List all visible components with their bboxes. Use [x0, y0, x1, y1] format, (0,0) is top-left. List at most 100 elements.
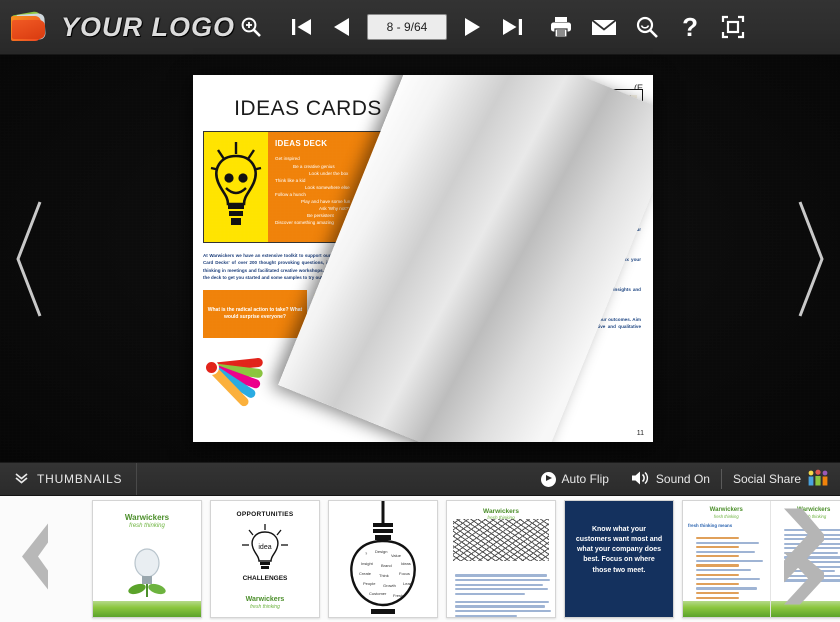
thumbnail-opportunities[interactable]: OPPORTUNITIES idea CHALLENGES Warwickers…	[210, 500, 320, 618]
next-page-icon[interactable]	[452, 7, 492, 47]
person-icon	[528, 116, 537, 128]
person-icon	[460, 168, 469, 180]
auto-flip-button[interactable]: Auto Flip	[530, 463, 620, 495]
right-page-sections: consistent brand – align your external b…	[437, 217, 641, 344]
svg-text:Fresh: Fresh	[393, 593, 403, 598]
speaker-on-icon	[631, 470, 650, 489]
thumbnail-scribble-text[interactable]: Warwickers fresh thinking	[446, 500, 556, 618]
page-right[interactable]: (E consistent brand – align your externa…	[423, 75, 653, 442]
section-text: – data delivers delights only if it is s…	[437, 287, 641, 300]
thumbnails-toggle[interactable]: THUMBNAILS	[0, 463, 138, 495]
auto-flip-label: Auto Flip	[561, 472, 609, 486]
lightbulb-wordcloud-icon: ? DesignValue Insight Brand Ideas Create Thi…	[350, 501, 416, 614]
cards-row-top: What is the radical action to take? What…	[203, 290, 413, 342]
svg-text:Ideas: Ideas	[401, 561, 411, 566]
fullscreen-icon[interactable]	[714, 8, 752, 46]
help-question-icon[interactable]: ?	[671, 8, 709, 46]
first-page-icon[interactable]	[282, 7, 322, 47]
previous-page-icon[interactable]	[322, 7, 362, 47]
deck-line: Look under the box	[309, 170, 349, 176]
section-paragraph: for success and how you will measure det…	[437, 307, 641, 338]
thumbnail-strip: Warwickers fresh thinking OPPORTUNITIES	[0, 496, 840, 622]
section-heading: for success and how you will measure	[437, 306, 529, 313]
thumbnail-quote[interactable]: Know what your customers want most and w…	[564, 500, 674, 618]
svg-text:People: People	[363, 581, 376, 586]
magnifier-plus-icon[interactable]	[236, 9, 266, 45]
thumbnail-list: Warwickers fresh thinking OPPORTUNITIES	[0, 500, 840, 618]
person-icon	[482, 144, 491, 156]
section-text: – align your external brand, identity, e…	[437, 227, 641, 240]
email-icon[interactable]	[585, 8, 623, 46]
deck-line: Think like a kid	[275, 177, 306, 183]
thumbnails-label: THUMBNAILS	[37, 472, 123, 486]
play-icon	[540, 471, 556, 487]
fan-cards-icon	[203, 347, 303, 409]
quote-text: Know what your customers want most and w…	[575, 526, 663, 574]
svg-text:Lead: Lead	[403, 581, 412, 586]
books-folder-icon	[10, 10, 52, 43]
people-group-icon	[807, 469, 829, 490]
deck-line: Discover something amazing	[275, 220, 334, 226]
thumbnail-cover[interactable]: Warwickers fresh thinking	[92, 500, 202, 618]
brand-name: Warwickers	[245, 596, 285, 604]
cards-row-bottom: ASK WHY?	[203, 347, 413, 409]
section-heading: each audience	[437, 246, 472, 253]
svg-text:Think: Think	[379, 573, 389, 578]
section-paragraph: each audience – keep it channels that de…	[437, 247, 641, 271]
thumbnails-prev-arrow[interactable]	[12, 521, 62, 598]
section-paragraph: data – data delivers delights only if it…	[437, 277, 641, 301]
svg-text:Growth: Growth	[383, 583, 396, 588]
grass-decoration	[93, 601, 201, 617]
ideas-deck-text: IDEAS DECK Get inspired Be a creative ge…	[268, 132, 412, 242]
flipbook-app: YOUR LOGO 8 - 9/64 ? IDEAS CARDS IDEAS D…	[0, 0, 840, 622]
section-paragraph: consistent brand – align your external b…	[437, 217, 641, 241]
svg-text:Focus: Focus	[399, 571, 410, 576]
svg-text:Value: Value	[391, 553, 402, 558]
lightbulb-plant-icon	[128, 548, 166, 597]
lightbulb-face-icon	[204, 132, 268, 242]
viewer-next-arrow[interactable]	[788, 194, 832, 324]
tool-buttons: ?	[542, 8, 752, 46]
ideas-deck-heading: IDEAS DECK	[275, 139, 328, 148]
thumbnails-next-arrow[interactable]	[778, 505, 832, 614]
bottom-bar-actions: Auto Flip Sound On Social Share	[530, 463, 840, 495]
list-heading: fresh thinking means	[688, 522, 733, 528]
social-share-button[interactable]: Social Share	[722, 463, 840, 495]
page-title: IDEAS CARDS	[234, 97, 382, 120]
search-icon[interactable]	[628, 8, 666, 46]
section-text: – keep it channels that deliver the mess…	[437, 257, 641, 270]
book-spread[interactable]: IDEAS CARDS IDEAS DECK Get inspired Be a…	[193, 75, 653, 442]
logo[interactable]: YOUR LOGO	[6, 10, 235, 43]
print-icon[interactable]	[542, 8, 580, 46]
section-text: determining the value you are adding, pa…	[437, 317, 641, 337]
page-number-right: 11	[636, 430, 644, 437]
word-scribble-graphic	[453, 519, 549, 561]
page-number-input[interactable]: 8 - 9/64	[367, 14, 448, 40]
section-heading: consistent brand	[437, 217, 478, 223]
svg-text:Brand: Brand	[381, 563, 392, 568]
deck-line: Follow a hunch	[275, 191, 306, 197]
svg-text:Customer: Customer	[369, 591, 387, 596]
brand-name: Warwickers	[709, 507, 743, 513]
opportunities-label: OPPORTUNITIES	[236, 511, 294, 518]
sound-toggle-button[interactable]: Sound On	[620, 463, 721, 495]
deck-line: Ask 'Why not?'	[319, 206, 350, 212]
deck-line: Be persistent	[307, 213, 334, 219]
page-body-text: At Warwickers we have an extensive toolk…	[203, 253, 413, 280]
thumbnail-wordcloud-bulb[interactable]: ? Design Value Insight Brand Ideas Create Thi…	[328, 500, 438, 618]
ask-why-card: ASK WHY?	[310, 347, 392, 396]
org-chart-diagram	[437, 89, 643, 209]
deck-line: Play and have some fun	[301, 199, 351, 205]
section-heading: data	[437, 276, 448, 283]
svg-text:idea: idea	[258, 544, 271, 551]
sound-label: Sound On	[655, 472, 710, 486]
page-number-left: 8	[411, 431, 414, 437]
challenges-label: CHALLENGES	[242, 575, 288, 582]
smiley-grid	[314, 290, 365, 342]
last-page-icon[interactable]	[492, 7, 532, 47]
brand-tagline: fresh thinking	[129, 522, 165, 529]
viewer-prev-arrow[interactable]	[8, 194, 52, 324]
page-left[interactable]: IDEAS CARDS IDEAS DECK Get inspired Be a…	[193, 75, 423, 442]
lightbulb-ideas-icon: idea	[242, 524, 288, 569]
ideas-deck-card: IDEAS DECK Get inspired Be a creative ge…	[203, 131, 413, 243]
